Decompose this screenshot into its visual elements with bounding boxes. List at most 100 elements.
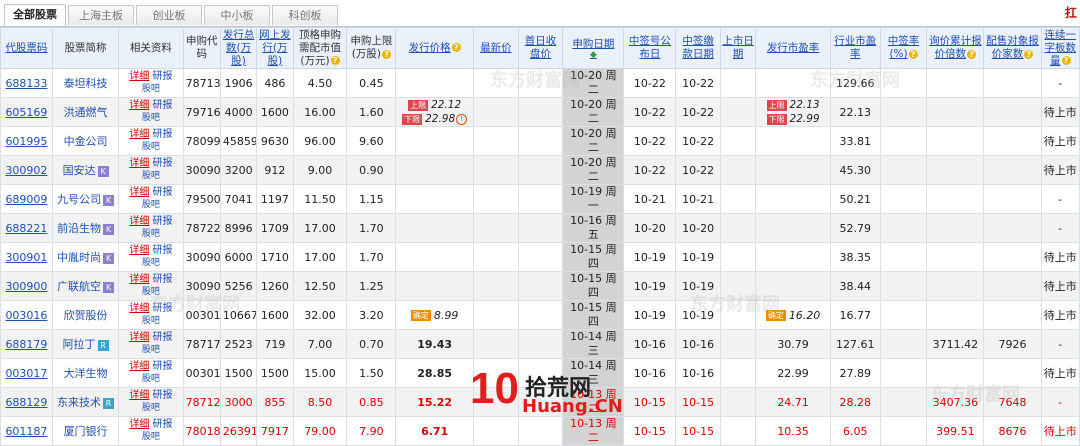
detail-link[interactable]: 详细	[129, 187, 149, 198]
research-link[interactable]: 研报	[153, 419, 173, 430]
research-link[interactable]: 研报	[153, 71, 173, 82]
col-header[interactable]: 代股票码	[0, 27, 53, 69]
tab-all-stocks[interactable]: 全部股票	[4, 4, 66, 26]
stock-name[interactable]: 泰坦科技	[51, 68, 120, 98]
stock-name[interactable]: 阿拉丁 R	[51, 329, 120, 359]
help-icon[interactable]: ?	[908, 49, 918, 59]
stock-name[interactable]: 大洋生物	[51, 358, 120, 388]
tab-chinext[interactable]: 创业板	[136, 5, 202, 25]
stock-code[interactable]: 601187	[0, 416, 53, 446]
col-header[interactable]: 连续一字板数量?	[1040, 27, 1080, 69]
research-link[interactable]: 研报	[153, 158, 173, 169]
stock-code[interactable]: 300900	[0, 271, 53, 301]
stock-code-link[interactable]: 688221	[5, 222, 47, 235]
help-icon[interactable]: ?	[1061, 56, 1071, 65]
col-header[interactable]: 中签缴款日期	[675, 27, 721, 69]
col-header[interactable]: 配售对象报价家数?	[983, 27, 1042, 69]
stock-name[interactable]: 欣贺股份	[51, 300, 120, 330]
col-header[interactable]: 上市日期	[719, 27, 757, 69]
stock-code-link[interactable]: 689009	[5, 193, 47, 206]
stock-code-link[interactable]: 688133	[5, 77, 47, 90]
stock-name[interactable]: 厦门银行	[51, 416, 120, 446]
stock-code[interactable]: 688133	[0, 68, 53, 98]
forum-link[interactable]: 股吧	[142, 200, 160, 210]
forum-link[interactable]: 股吧	[142, 345, 160, 355]
stock-code[interactable]: 300901	[0, 242, 53, 272]
stock-code-link[interactable]: 300902	[5, 164, 47, 177]
detail-link[interactable]: 详细	[129, 245, 149, 256]
detail-link[interactable]: 详细	[129, 274, 149, 285]
col-header[interactable]: 最新价	[473, 27, 519, 69]
forum-link[interactable]: 股吧	[142, 113, 160, 123]
forum-link[interactable]: 股吧	[142, 258, 160, 268]
stock-name[interactable]: 九号公司 K	[51, 184, 120, 214]
forum-link[interactable]: 股吧	[142, 229, 160, 239]
col-header[interactable]: 发行总数(万股)	[219, 27, 258, 69]
col-header[interactable]: 询价累计报价倍数?	[926, 27, 985, 69]
forum-link[interactable]: 股吧	[142, 316, 160, 326]
stock-name[interactable]: 前沿生物 K	[51, 213, 120, 243]
forum-link[interactable]: 股吧	[142, 84, 160, 94]
stock-code-link[interactable]: 601995	[5, 135, 47, 148]
detail-link[interactable]: 详细	[129, 216, 149, 227]
detail-link[interactable]: 详细	[129, 129, 149, 140]
stock-name[interactable]: 洪通燃气	[51, 97, 120, 127]
stock-name[interactable]: 国安达 K	[51, 155, 120, 185]
forum-link[interactable]: 股吧	[142, 374, 160, 384]
research-link[interactable]: 研报	[153, 274, 173, 285]
detail-link[interactable]: 详细	[129, 100, 149, 111]
forum-link[interactable]: 股吧	[142, 287, 160, 297]
forum-link[interactable]: 股吧	[142, 171, 160, 181]
detail-link[interactable]: 详细	[129, 71, 149, 82]
forum-link[interactable]: 股吧	[142, 403, 160, 413]
stock-code-link[interactable]: 605169	[5, 106, 47, 119]
help-icon[interactable]: ?	[451, 43, 461, 52]
tab-sme[interactable]: 中小板	[204, 5, 270, 25]
stock-code-link[interactable]: 003016	[5, 309, 47, 322]
research-link[interactable]: 研报	[153, 361, 173, 372]
stock-code[interactable]: 689009	[0, 184, 53, 214]
stock-code-link[interactable]: 688129	[5, 396, 47, 409]
stock-name[interactable]: 中胤时尚 K	[51, 242, 120, 272]
detail-link[interactable]: 详细	[129, 419, 149, 430]
help-icon[interactable]: ?	[1024, 49, 1034, 59]
stock-code-link[interactable]: 601187	[5, 425, 47, 438]
col-header[interactable]: 中签号公布日	[623, 27, 677, 69]
help-icon[interactable]: ?	[381, 49, 391, 59]
detail-link[interactable]: 详细	[129, 158, 149, 169]
research-link[interactable]: 研报	[153, 187, 173, 198]
col-header[interactable]: 首日收盘价	[517, 27, 564, 69]
research-link[interactable]: 研报	[153, 303, 173, 314]
tab-star-market[interactable]: 科创板	[272, 5, 338, 25]
col-header[interactable]: 发行市盈率	[755, 27, 831, 69]
col-header[interactable]: 行业市盈率	[829, 27, 881, 69]
stock-name[interactable]: 广联航空 K	[51, 271, 120, 301]
col-header[interactable]: 申购日期 ◆	[562, 27, 625, 69]
help-icon[interactable]: ?	[967, 49, 977, 59]
detail-link[interactable]: 详细	[129, 303, 149, 314]
research-link[interactable]: 研报	[153, 390, 173, 401]
stock-code-link[interactable]: 003017	[5, 367, 47, 380]
col-header[interactable]: 中签率(%)?	[879, 27, 928, 69]
stock-code[interactable]: 003017	[0, 358, 53, 388]
stock-code[interactable]: 300902	[0, 155, 53, 185]
research-link[interactable]: 研报	[153, 332, 173, 343]
stock-name[interactable]: 中金公司	[51, 126, 120, 156]
detail-link[interactable]: 详细	[129, 332, 149, 343]
stock-code-link[interactable]: 688179	[5, 338, 47, 351]
stock-code-link[interactable]: 300900	[5, 280, 47, 293]
forum-link[interactable]: 股吧	[142, 142, 160, 152]
stock-code[interactable]: 688129	[0, 387, 53, 417]
research-link[interactable]: 研报	[153, 129, 173, 140]
stock-code[interactable]: 003016	[0, 300, 53, 330]
col-header[interactable]: 发行价格?	[395, 27, 475, 69]
research-link[interactable]: 研报	[153, 216, 173, 227]
tab-shanghai-main[interactable]: 上海主板	[68, 5, 134, 25]
detail-link[interactable]: 详细	[129, 361, 149, 372]
help-icon[interactable]: ?	[330, 56, 340, 65]
stock-code-link[interactable]: 300901	[5, 251, 47, 264]
detail-link[interactable]: 详细	[129, 390, 149, 401]
stock-name[interactable]: 东来技术 R	[51, 387, 120, 417]
research-link[interactable]: 研报	[153, 100, 173, 111]
stock-code[interactable]: 688179	[0, 329, 53, 359]
